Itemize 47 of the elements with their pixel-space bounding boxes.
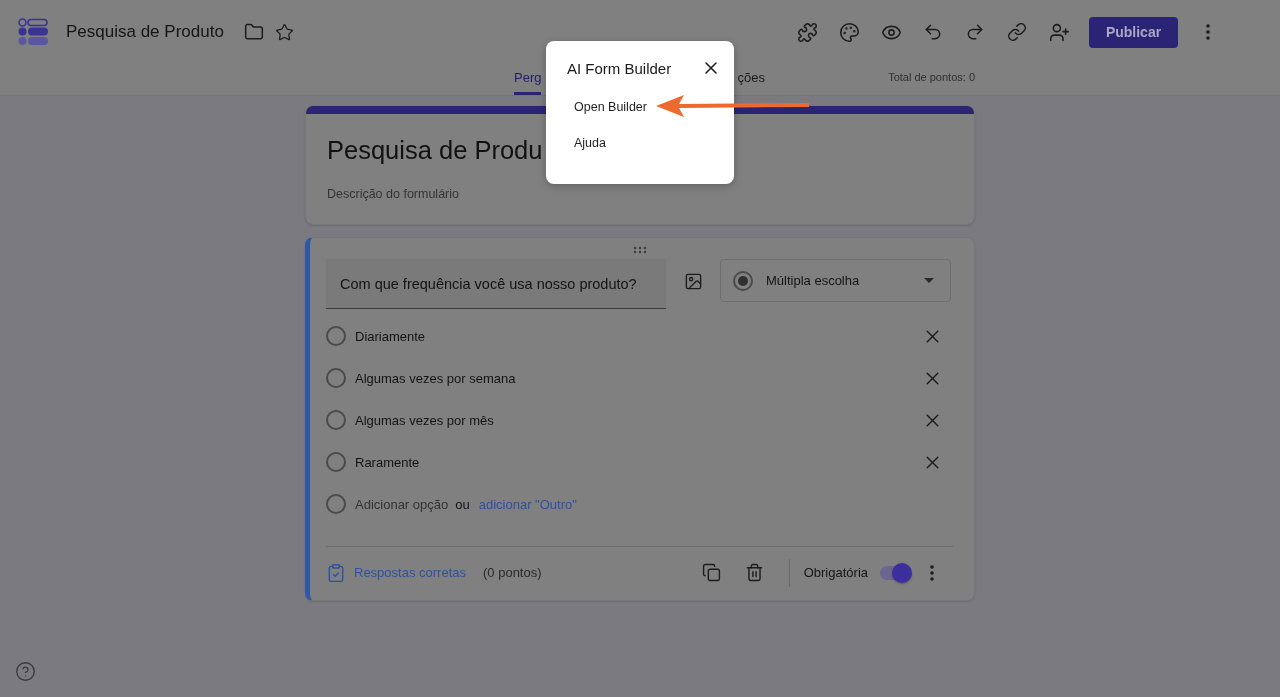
option-text[interactable]: Diariamente: [355, 328, 426, 344]
radio-icon: [326, 326, 346, 346]
add-option-field[interactable]: Adicionar opção: [355, 496, 449, 512]
caret-icon: [924, 278, 934, 283]
radio-icon: [326, 452, 346, 472]
help-icon: [14, 660, 36, 682]
total-points: Total de pontos: 0: [888, 71, 975, 84]
app-logo-icon: [18, 18, 48, 46]
tab[interactable]: Perg: [514, 63, 542, 95]
menu-item[interactable]: Open Builder: [546, 89, 734, 125]
trash-icon: [745, 563, 765, 582]
separator-text: ou: [455, 496, 470, 512]
form-heading: Pesquisa de Produ: [327, 135, 543, 166]
palette-icon: [838, 21, 860, 43]
folder-icon: [243, 22, 264, 42]
question-type-dropdown[interactable]: Múltipla escolha: [720, 259, 951, 302]
required-label: Obrigatória: [803, 565, 868, 580]
drag-handle-icon[interactable]: [632, 246, 647, 254]
redo-icon: [965, 22, 985, 42]
radio-icon: [326, 410, 346, 430]
option-text[interactable]: Raramente: [355, 454, 420, 470]
popup-title: AI Form Builder: [567, 59, 672, 77]
radio-selected-icon: [733, 270, 753, 291]
addon-icon: [796, 21, 818, 43]
more-icon: [930, 564, 934, 581]
more-icon: [1206, 24, 1210, 40]
points-text: (0 pontos): [483, 565, 542, 580]
tab[interactable]: ções: [737, 63, 765, 95]
menu-item[interactable]: Ajuda: [546, 125, 734, 161]
option-text[interactable]: Algumas vezes por mês: [355, 412, 494, 428]
radio-icon: [326, 368, 346, 388]
publish-button[interactable]: Publicar: [1089, 16, 1178, 48]
undo-icon: [923, 22, 943, 42]
clipboard-check-icon: [326, 562, 346, 583]
star-icon: [275, 22, 295, 42]
form-title: Pesquisa de Produto: [66, 22, 224, 42]
image-icon: [683, 271, 703, 291]
copy-icon: [702, 563, 722, 582]
help-button[interactable]: [13, 659, 37, 683]
question-field[interactable]: Com que frequência você usa nosso produto?: [326, 259, 666, 309]
pointer-arrow-icon: [656, 94, 810, 118]
link-icon: [1007, 22, 1027, 42]
add-person-icon: [1048, 21, 1070, 43]
required-toggle[interactable]: [878, 562, 912, 583]
option-text[interactable]: Algumas vezes por semana: [355, 370, 516, 386]
description-field[interactable]: Descrição do formulário: [327, 187, 459, 201]
radio-icon: [326, 494, 346, 514]
